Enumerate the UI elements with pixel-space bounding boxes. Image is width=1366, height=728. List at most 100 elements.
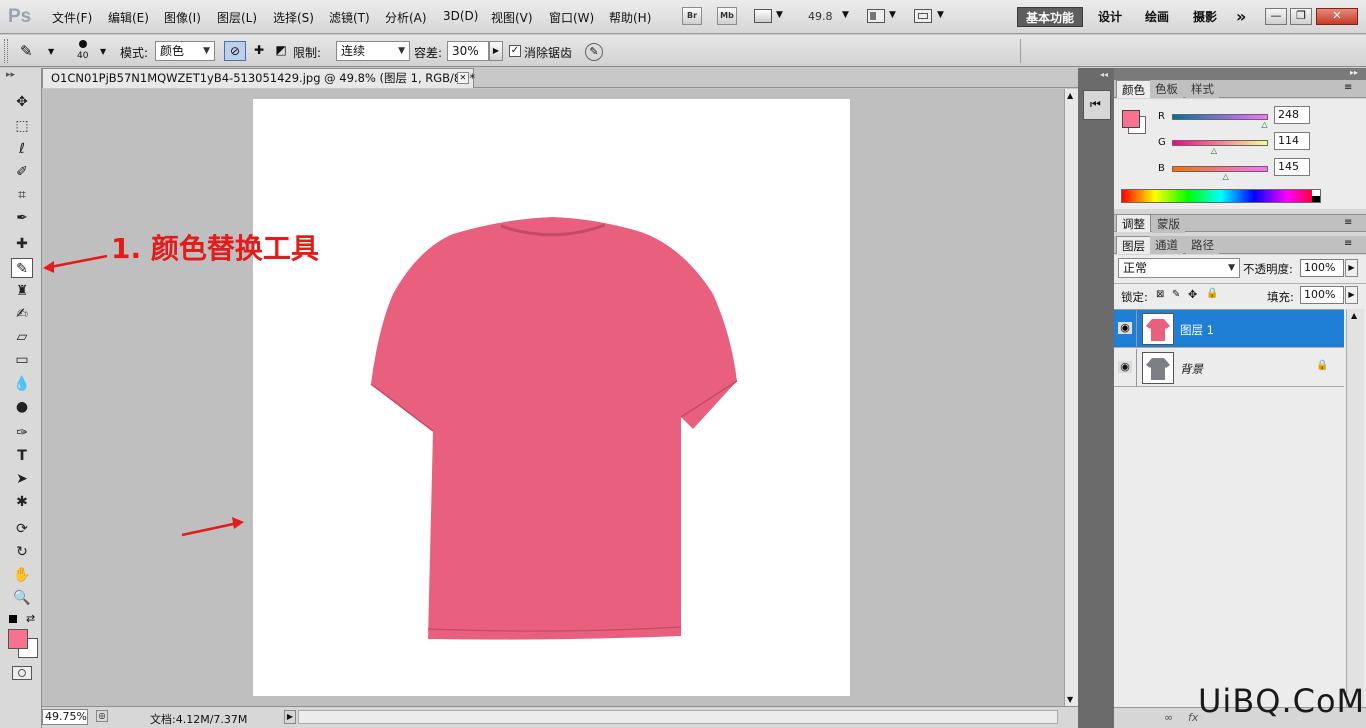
zoom-input[interactable]: 49.75%: [42, 709, 88, 725]
workspace-more-icon[interactable]: »: [1228, 7, 1254, 27]
menu-filter[interactable]: 滤镜(T): [329, 9, 370, 26]
menu-analysis[interactable]: 分析(A): [385, 9, 427, 26]
default-colors-icon[interactable]: [9, 615, 17, 623]
zoom-tool-icon[interactable]: 🔍: [11, 588, 33, 608]
r-slider-track[interactable]: [1172, 114, 1268, 120]
panel-menu-icon[interactable]: ≡: [1344, 82, 1352, 93]
g-slider-track[interactable]: [1172, 140, 1268, 146]
menu-view[interactable]: 视图(V): [491, 9, 533, 26]
status-expand-icon[interactable]: ▶: [284, 710, 296, 724]
chevron-down-icon[interactable]: ▼: [889, 10, 896, 20]
color-spectrum-bar[interactable]: [1121, 189, 1321, 203]
quick-selection-tool-icon[interactable]: ✐: [11, 162, 33, 182]
tab-color[interactable]: 颜色: [1116, 80, 1151, 98]
screen-mode-icon[interactable]: [914, 9, 932, 23]
3d-orbit-tool-icon[interactable]: ↻: [11, 542, 33, 562]
opacity-slider-button[interactable]: ▶: [1345, 259, 1358, 277]
view-extras-icon[interactable]: [754, 9, 772, 23]
arrange-documents-icon[interactable]: [867, 9, 885, 23]
pen-tool-icon[interactable]: ✑: [11, 423, 33, 443]
antialias-checkbox[interactable]: ✓: [509, 45, 521, 57]
menu-file[interactable]: 文件(F): [52, 9, 92, 26]
tab-masks[interactable]: 蒙版: [1152, 215, 1185, 233]
layer-row[interactable]: ◉ 背景 🔒: [1114, 349, 1344, 387]
layer-row[interactable]: ◉ 图层 1: [1114, 310, 1344, 348]
g-slider-thumb[interactable]: △: [1211, 146, 1217, 155]
lock-pixels-icon[interactable]: ✎: [1172, 289, 1180, 300]
tab-channels[interactable]: 通道: [1150, 236, 1183, 254]
layers-scrollbar[interactable]: ▲: [1346, 309, 1364, 707]
brush-preview-icon[interactable]: [79, 40, 87, 48]
vertical-scrollbar[interactable]: ▲ ▼: [1064, 89, 1078, 706]
eye-icon[interactable]: ◉: [1118, 361, 1132, 373]
mode-select[interactable]: 颜色 ▼: [155, 41, 215, 61]
tab-layers[interactable]: 图层: [1116, 236, 1151, 254]
tab-adjustments[interactable]: 调整: [1116, 214, 1151, 232]
lock-transparency-icon[interactable]: ⊠: [1156, 289, 1164, 300]
grip-handle[interactable]: [4, 39, 8, 63]
zoom-level-display[interactable]: 49.8: [808, 10, 833, 23]
mini-bridge-button[interactable]: Mb: [717, 7, 737, 25]
lasso-tool-icon[interactable]: ℓ: [11, 139, 33, 159]
workspace-painting[interactable]: 绘画: [1137, 7, 1177, 27]
bridge-button[interactable]: Br: [682, 7, 702, 25]
foreground-color-swatch[interactable]: [8, 629, 28, 649]
eyedropper-tool-icon[interactable]: ✒: [11, 208, 33, 228]
foreground-color-swatch[interactable]: [1122, 110, 1140, 128]
menu-help[interactable]: 帮助(H): [609, 9, 651, 26]
panel-menu-icon[interactable]: ≡: [1344, 238, 1352, 249]
scroll-up-icon[interactable]: ▲: [1351, 311, 1357, 320]
workspace-design[interactable]: 设计: [1090, 7, 1130, 27]
chevron-down-icon[interactable]: ▼: [776, 10, 783, 20]
b-slider-thumb[interactable]: △: [1223, 172, 1229, 181]
layer-style-icon[interactable]: fx: [1188, 711, 1198, 724]
menu-layer[interactable]: 图层(L): [217, 9, 257, 26]
chevron-down-icon[interactable]: ▼: [48, 47, 54, 56]
status-menu-icon[interactable]: ◎: [96, 710, 108, 722]
horizontal-scrollbar[interactable]: [298, 710, 1058, 724]
collapse-dock-icon[interactable]: ◂◂: [1100, 70, 1108, 79]
workspace-photography[interactable]: 摄影: [1185, 7, 1225, 27]
crop-tool-icon[interactable]: ⌗: [11, 185, 33, 205]
scroll-down-icon[interactable]: ▼: [1067, 695, 1073, 704]
scroll-up-icon[interactable]: ▲: [1067, 91, 1073, 100]
lock-all-icon[interactable]: 🔒: [1206, 288, 1218, 299]
history-panel-icon[interactable]: ⏮: [1083, 90, 1111, 120]
close-document-icon[interactable]: ✕: [457, 72, 469, 84]
sampling-background-icon[interactable]: ◩: [270, 41, 292, 61]
g-value-input[interactable]: 114: [1274, 132, 1310, 150]
r-slider-thumb[interactable]: △: [1261, 120, 1267, 129]
layer-name[interactable]: 背景: [1180, 361, 1203, 377]
link-layers-icon[interactable]: ∞: [1164, 711, 1173, 724]
tab-styles[interactable]: 样式: [1186, 80, 1219, 98]
eraser-tool-icon[interactable]: ▱: [11, 327, 33, 347]
healing-brush-tool-icon[interactable]: ✚: [11, 234, 33, 254]
tab-swatches[interactable]: 色板: [1150, 80, 1183, 98]
b-slider-track[interactable]: [1172, 166, 1268, 172]
eye-icon[interactable]: ◉: [1118, 322, 1132, 334]
blend-mode-select[interactable]: 正常 ▼: [1118, 258, 1240, 278]
menu-select[interactable]: 选择(S): [273, 9, 314, 26]
panel-menu-icon[interactable]: ≡: [1344, 217, 1352, 228]
tolerance-slider-button[interactable]: ▶: [489, 41, 503, 61]
pressure-size-icon[interactable]: ✎: [585, 43, 603, 61]
clone-stamp-tool-icon[interactable]: ♜: [11, 281, 33, 301]
tolerance-input[interactable]: 30%: [447, 41, 489, 61]
shape-tool-icon[interactable]: ✱: [11, 492, 33, 512]
hand-tool-icon[interactable]: ✋: [11, 565, 33, 585]
limit-select[interactable]: 连续 ▼: [336, 41, 410, 61]
restore-button[interactable]: ❐: [1290, 8, 1312, 25]
fill-slider-button[interactable]: ▶: [1345, 286, 1358, 304]
close-window-button[interactable]: ✕: [1316, 8, 1358, 25]
color-replacement-tool-icon[interactable]: ✎: [11, 258, 33, 278]
path-selection-tool-icon[interactable]: ➤: [11, 469, 33, 489]
sampling-continuous-icon[interactable]: ⊘: [224, 41, 246, 61]
fill-input[interactable]: 100%: [1300, 286, 1344, 304]
chevron-down-icon[interactable]: ▼: [100, 47, 106, 56]
marquee-tool-icon[interactable]: ⬚: [11, 116, 33, 136]
3d-rotate-tool-icon[interactable]: ⟳: [11, 519, 33, 539]
lock-position-icon[interactable]: ✥: [1188, 288, 1197, 301]
sampling-once-icon[interactable]: ✚: [248, 41, 270, 61]
minimize-button[interactable]: —: [1265, 8, 1287, 25]
dodge-tool-icon[interactable]: ●: [11, 397, 33, 417]
